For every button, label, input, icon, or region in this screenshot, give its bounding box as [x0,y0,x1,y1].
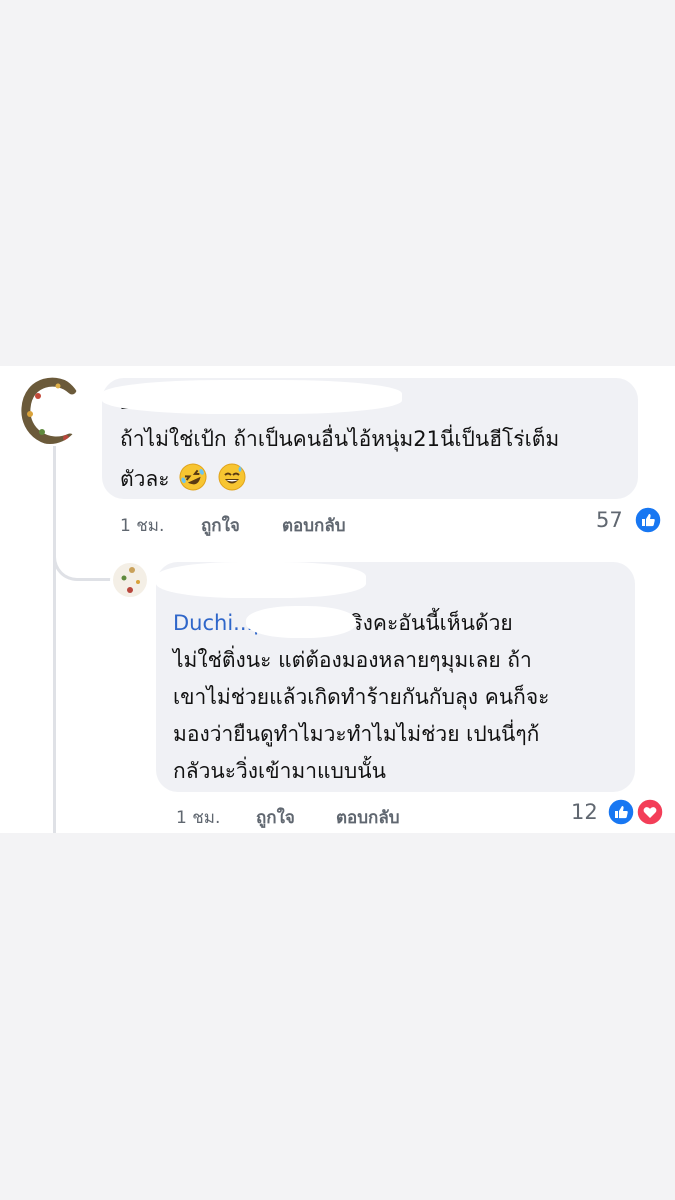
reaction-count[interactable]: 12 [571,800,598,824]
reply-text-line: กลัวนะวิ่งเข้ามาแบบนั้น [173,759,386,783]
reply-button[interactable]: ตอบกลับ [282,512,346,539]
reply-bubble: Duchi...p.......in จริงคะอันนี้เห็นด้วย … [156,562,635,792]
like-button[interactable]: ถูกใจ [256,804,295,831]
reply-button[interactable]: ตอบกลับ [336,804,400,831]
like-icon[interactable] [634,506,662,534]
thread-line-curve [53,546,115,581]
comment-text-line: ถ้าไม่ใช่เป้ก ถ้าเป็นคนอื่นไอ้หนุ่ม21นี่… [120,427,560,451]
reply-text-line: เขาไม่ช่วยแล้วเกิดทำร้ายกันกับลุง คนก็จะ [173,685,550,709]
avatar[interactable] [18,376,82,444]
reply-text-line: มองว่ายืนดูทำไมวะทำไมไม่ช่วย เปนนี่ๆก้ [173,722,540,746]
comment-time[interactable]: 1 ชม. [120,512,164,539]
avatar[interactable] [110,560,150,600]
reaction-count[interactable]: 57 [596,508,623,532]
thread-line-vertical [53,446,56,833]
love-icon[interactable] [636,798,664,826]
like-button[interactable]: ถูกใจ [201,512,240,539]
reply-text-line: ไม่ใช่ติ่งนะ แต่ต้องมองหลายๆมุมเลย ถ้า [173,648,532,672]
comment-text-line: ตัวละ [120,462,247,494]
redaction-overlay [246,606,356,638]
comment-time[interactable]: 1 ชม. [176,804,220,831]
rofl-emoji [178,462,208,492]
sweat-smile-emoji [217,462,247,492]
comment-panel: D...... ... ถ้าไม่ใช่เป้ก ถ้าเป็นคนอื่นไ… [0,366,675,833]
redaction-overlay [102,380,402,414]
comment-bubble: D...... ... ถ้าไม่ใช่เป้ก ถ้าเป็นคนอื่นไ… [102,378,638,499]
like-icon[interactable] [607,798,635,826]
redaction-overlay [156,562,366,598]
